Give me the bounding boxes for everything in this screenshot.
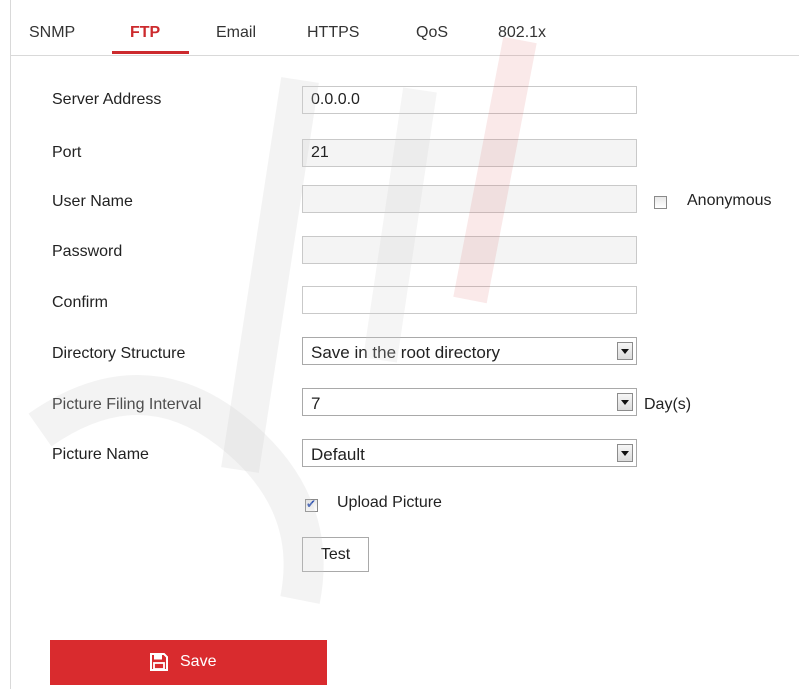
test-button[interactable]: Test xyxy=(302,537,369,572)
chevron-down-icon[interactable] xyxy=(617,393,633,411)
directory-structure-label: Directory Structure xyxy=(52,345,186,362)
tab-ftp[interactable]: FTP xyxy=(130,24,160,42)
save-button-label: Save xyxy=(180,653,217,670)
password-input[interactable] xyxy=(302,236,637,264)
upload-picture-checkbox[interactable] xyxy=(305,497,318,512)
picture-name-value: Default xyxy=(311,445,365,464)
password-label: Password xyxy=(52,243,123,260)
directory-structure-value: Save in the root directory xyxy=(311,343,500,362)
tab-https[interactable]: HTTPS xyxy=(307,24,359,42)
picture-filing-interval-value: 7 xyxy=(311,394,321,413)
picture-name-select[interactable]: Default xyxy=(302,439,637,467)
tab-snmp[interactable]: SNMP xyxy=(29,24,75,42)
picture-filing-interval-unit: Day(s) xyxy=(644,396,692,413)
active-tab-indicator xyxy=(112,51,189,54)
confirm-label: Confirm xyxy=(52,294,109,311)
port-input[interactable] xyxy=(302,139,637,167)
floppy-disk-icon xyxy=(150,653,168,671)
picture-filing-interval-label: Picture Filing Interval xyxy=(52,396,202,413)
user-name-input[interactable] xyxy=(302,185,637,213)
tab-qos[interactable]: QoS xyxy=(416,24,448,42)
tab-bar: SNMP FTP Email HTTPS QoS 802.1x xyxy=(10,0,799,56)
anonymous-label: Anonymous xyxy=(687,192,772,209)
port-label: Port xyxy=(52,144,82,161)
server-address-label: Server Address xyxy=(52,91,162,108)
chevron-down-icon[interactable] xyxy=(617,342,633,360)
directory-structure-select[interactable]: Save in the root directory xyxy=(302,337,637,365)
upload-picture-label: Upload Picture xyxy=(337,494,442,511)
picture-filing-interval-select[interactable]: 7 xyxy=(302,388,637,416)
chevron-down-icon[interactable] xyxy=(617,444,633,462)
user-name-label: User Name xyxy=(52,193,133,210)
picture-name-label: Picture Name xyxy=(52,446,149,463)
anonymous-checkbox[interactable] xyxy=(654,196,667,209)
tab-email[interactable]: Email xyxy=(216,24,256,42)
server-address-input[interactable] xyxy=(302,86,637,114)
save-button[interactable]: Save xyxy=(50,640,327,685)
tab-8021x[interactable]: 802.1x xyxy=(498,24,546,42)
confirm-password-input[interactable] xyxy=(302,286,637,314)
